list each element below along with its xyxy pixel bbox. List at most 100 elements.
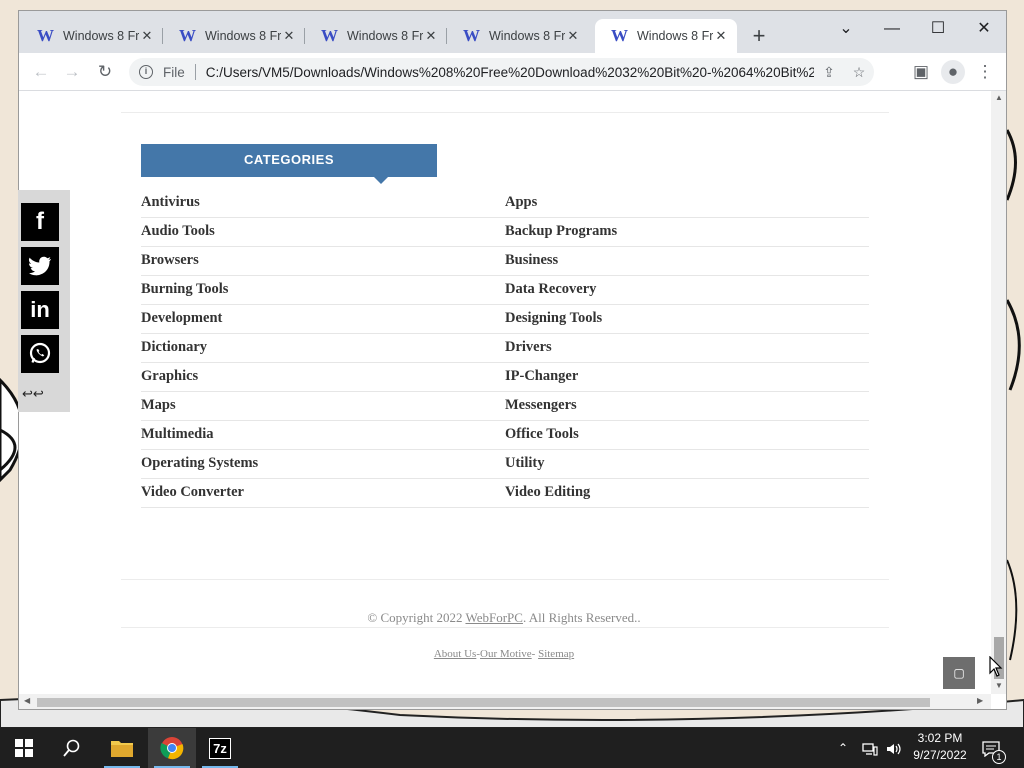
category-link[interactable]: Multimedia xyxy=(141,421,505,450)
categories-title: CATEGORIES xyxy=(244,152,334,167)
category-link[interactable]: Video Editing xyxy=(505,479,869,508)
facebook-share-icon[interactable]: f xyxy=(21,203,59,241)
link-separator: - xyxy=(531,648,536,660)
scroll-left-arrow-icon[interactable]: ◀ xyxy=(24,696,30,705)
category-link[interactable]: Operating Systems xyxy=(141,450,505,479)
show-hidden-icons-chevron-icon[interactable]: ⌃ xyxy=(838,728,848,768)
share-icon[interactable]: ⇪ xyxy=(814,64,844,81)
site-info-icon[interactable]: i xyxy=(139,65,153,79)
heading-pointer-arrow xyxy=(374,177,388,184)
browser-tab-active[interactable]: W Windows 8 Free Download ✕ xyxy=(595,19,737,53)
about-us-link[interactable]: About Us xyxy=(434,648,476,660)
side-panel-icon[interactable]: ▣ xyxy=(909,60,933,84)
url-scheme-label: File xyxy=(163,64,185,80)
category-link[interactable]: Apps xyxy=(505,189,869,218)
new-tab-button[interactable]: + xyxy=(747,25,771,49)
sitemap-link[interactable]: Sitemap xyxy=(538,648,574,660)
category-link[interactable]: Backup Programs xyxy=(505,218,869,247)
copyright-suffix: . All Rights Reserved.. xyxy=(522,610,641,625)
collapse-share-bar-icon[interactable]: ↩↩ xyxy=(22,386,44,402)
category-link[interactable]: Maps xyxy=(141,392,505,421)
vertical-scrollbar[interactable]: ▲ ▼ xyxy=(991,91,1006,694)
chrome-icon xyxy=(160,737,184,760)
tab-strip: W Windows 8 Free Download ✕ W Windows 8 … xyxy=(19,11,1006,53)
address-bar[interactable]: i File C:/Users/VM5/Downloads/Windows%20… xyxy=(129,58,874,86)
bookmark-star-icon[interactable]: ☆ xyxy=(844,64,874,81)
volume-icon[interactable] xyxy=(886,728,902,768)
system-clock[interactable]: 3:02 PM 9/27/2022 xyxy=(905,730,975,764)
horizontal-scrollbar[interactable]: ◀ ▶ xyxy=(19,694,991,709)
footer-links: About Us-Our Motive- Sitemap xyxy=(19,648,989,660)
site-favicon-icon: W xyxy=(179,26,196,45)
categories-left-column: Antivirus Audio Tools Browsers Burning T… xyxy=(141,189,505,508)
category-link[interactable]: Office Tools xyxy=(505,421,869,450)
network-icon[interactable] xyxy=(862,728,878,768)
scroll-up-arrow-icon[interactable]: ▲ xyxy=(991,93,1006,102)
site-favicon-icon: W xyxy=(321,26,338,45)
profile-avatar-icon[interactable]: ● xyxy=(941,60,965,84)
clock-date: 9/27/2022 xyxy=(913,748,967,762)
notification-count-badge: 1 xyxy=(992,750,1006,764)
action-center-icon[interactable]: 1 xyxy=(982,728,1006,768)
category-link[interactable]: Utility xyxy=(505,450,869,479)
site-name-link[interactable]: WebForPC xyxy=(465,610,522,625)
tab-close-icon[interactable]: ✕ xyxy=(281,28,297,44)
category-link[interactable]: Audio Tools xyxy=(141,218,505,247)
browser-tab[interactable]: W Windows 8 Free Download ✕ xyxy=(163,19,305,53)
category-link[interactable]: Designing Tools xyxy=(505,305,869,334)
tab-search-dropdown-icon[interactable]: ⌄ xyxy=(823,15,869,43)
start-button[interactable] xyxy=(0,728,48,768)
horizontal-scroll-thumb[interactable] xyxy=(37,698,930,707)
tab-close-icon[interactable]: ✕ xyxy=(139,28,155,44)
category-link[interactable]: Burning Tools xyxy=(141,276,505,305)
whatsapp-share-icon[interactable] xyxy=(21,335,59,373)
file-explorer-taskbar-button[interactable] xyxy=(98,728,146,768)
maximize-button[interactable]: ☐ xyxy=(915,15,961,43)
our-motive-link[interactable]: Our Motive xyxy=(480,648,532,660)
category-link[interactable]: Data Recovery xyxy=(505,276,869,305)
linkedin-share-icon[interactable]: in xyxy=(21,291,59,329)
twitter-share-icon[interactable] xyxy=(21,247,59,285)
browser-tab[interactable]: W Windows 8 Free Download ✕ xyxy=(21,19,163,53)
category-link[interactable]: Business xyxy=(505,247,869,276)
windows-logo-icon xyxy=(15,739,33,757)
category-link[interactable]: Messengers xyxy=(505,392,869,421)
windows-taskbar: 7z ⌃ 3:02 PM 9/27/2022 1 xyxy=(0,728,1024,768)
7zip-taskbar-button[interactable]: 7z xyxy=(196,728,244,768)
back-button[interactable]: ← xyxy=(29,60,53,84)
scroll-right-arrow-icon[interactable]: ▶ xyxy=(977,696,983,705)
close-window-button[interactable]: ✕ xyxy=(961,15,1006,43)
chrome-taskbar-button[interactable] xyxy=(148,728,196,768)
category-link[interactable]: Drivers xyxy=(505,334,869,363)
omnibox-separator xyxy=(194,64,196,80)
category-link[interactable]: Graphics xyxy=(141,363,505,392)
browser-tab[interactable]: W Windows 8 Free Download ✕ xyxy=(447,19,589,53)
scroll-to-top-button[interactable]: ▢ xyxy=(943,657,975,689)
category-link[interactable]: Dictionary xyxy=(141,334,505,363)
browser-tab[interactable]: W Windows 8 Free Download ✕ xyxy=(305,19,447,53)
7zip-icon: 7z xyxy=(209,737,231,759)
category-link[interactable]: Browsers xyxy=(141,247,505,276)
category-link[interactable]: Antivirus xyxy=(141,189,505,218)
category-link[interactable]: IP-Changer xyxy=(505,363,869,392)
category-link[interactable]: Video Converter xyxy=(141,479,505,508)
categories-heading: CATEGORIES xyxy=(141,144,437,184)
minimize-button[interactable]: — xyxy=(869,15,915,43)
forward-button[interactable]: → xyxy=(60,60,84,84)
categories-right-column: Apps Backup Programs Business Data Recov… xyxy=(505,189,869,508)
scroll-down-arrow-icon[interactable]: ▼ xyxy=(991,681,1006,690)
search-button[interactable] xyxy=(48,728,96,768)
browser-menu-icon[interactable]: ⋮ xyxy=(973,60,997,84)
tab-close-icon[interactable]: ✕ xyxy=(565,28,581,44)
site-favicon-icon: W xyxy=(611,26,628,45)
reload-button[interactable]: ↻ xyxy=(93,60,117,84)
folder-icon xyxy=(111,741,133,757)
category-link[interactable]: Development xyxy=(141,305,505,334)
url-text[interactable]: C:/Users/VM5/Downloads/Windows%208%20Fre… xyxy=(206,65,814,80)
site-favicon-icon: W xyxy=(37,26,54,45)
tab-close-icon[interactable]: ✕ xyxy=(713,28,729,44)
footer-divider xyxy=(121,627,889,628)
tab-title: Windows 8 Free Download xyxy=(489,29,565,43)
tab-close-icon[interactable]: ✕ xyxy=(423,28,439,44)
tab-title: Windows 8 Free Download xyxy=(205,29,281,43)
